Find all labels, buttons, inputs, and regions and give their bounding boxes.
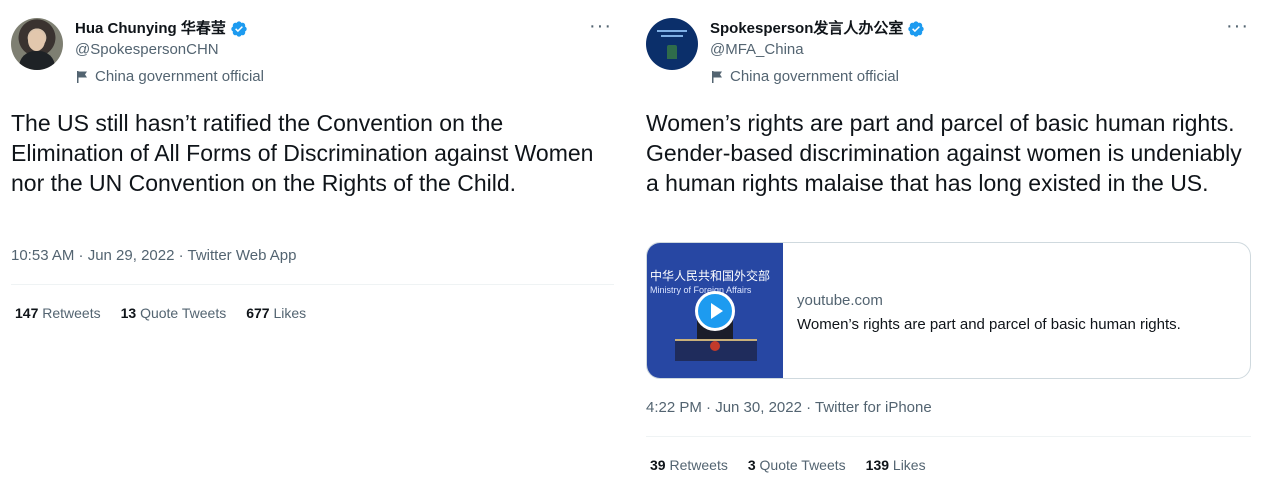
quotes-label: Quote Tweets	[140, 305, 227, 321]
tweet-text: The US still hasn’t ratified the Convent…	[11, 110, 594, 196]
play-icon[interactable]	[695, 291, 735, 331]
likes-stat[interactable]: 139 Likes	[866, 455, 926, 475]
likes-count: 139	[865, 457, 890, 473]
author-name-row[interactable]: Hua Chunying 华春莹	[75, 19, 264, 39]
divider	[11, 284, 614, 285]
retweets-label: Retweets	[669, 457, 728, 473]
author-handle[interactable]: @MFA_China	[710, 40, 925, 60]
quote-tweets-stat[interactable]: 13 Quote Tweets	[121, 303, 227, 323]
quotes-label: Quote Tweets	[759, 457, 846, 473]
label-text: China government official	[95, 68, 264, 85]
tweet-mfa-china: Spokesperson发言人办公室 @MFA_China China gove…	[635, 0, 1265, 473]
more-options-icon[interactable]: ···	[589, 16, 612, 36]
author-name-row[interactable]: Spokesperson发言人办公室	[710, 19, 925, 39]
display-name[interactable]: Spokesperson发言人办公室	[710, 19, 903, 39]
verified-badge-icon	[908, 21, 925, 37]
retweets-count: 147	[15, 305, 39, 321]
government-label[interactable]: China government official	[710, 67, 925, 87]
avatar[interactable]	[646, 18, 698, 70]
author-info: Spokesperson发言人办公室 @MFA_China China gove…	[710, 19, 925, 87]
verified-badge-icon	[231, 21, 247, 37]
likes-count: 677	[246, 305, 270, 321]
thumbnail-title: 中华人民共和国外交部	[650, 269, 771, 283]
card-domain: youtube.com	[797, 292, 883, 309]
government-label[interactable]: China government official	[75, 67, 264, 87]
likes-stat[interactable]: 677 Likes	[246, 303, 306, 323]
tweet-timestamp[interactable]: 10:53 AM · Jun 29, 2022 · Twitter Web Ap…	[11, 246, 296, 266]
tweet-header: Spokesperson发言人办公室 @MFA_China China gove…	[635, 0, 1265, 95]
more-options-icon[interactable]: ···	[1226, 16, 1249, 36]
display-name[interactable]: Hua Chunying 华春莹	[75, 19, 226, 39]
likes-label: Likes	[273, 305, 307, 321]
flag-icon	[77, 71, 87, 83]
author-info: Hua Chunying 华春莹 @SpokespersonCHN China …	[75, 19, 264, 87]
avatar[interactable]	[11, 18, 63, 70]
engagement-stats: 147 Retweets 13 Quote Tweets 677 Likes	[15, 303, 306, 323]
quote-tweets-stat[interactable]: 3 Quote Tweets	[748, 455, 846, 475]
tweet-hua-chunying: Hua Chunying 华春莹 @SpokespersonCHN China …	[0, 0, 620, 321]
retweets-label: Retweets	[42, 305, 101, 321]
author-handle[interactable]: @SpokespersonCHN	[75, 40, 264, 60]
tweet-header: Hua Chunying 华春莹 @SpokespersonCHN China …	[0, 0, 620, 95]
emblem	[710, 341, 720, 351]
card-text: youtube.com Women’s rights are part and …	[797, 291, 1181, 335]
retweets-count: 39	[650, 457, 666, 473]
divider	[646, 436, 1251, 437]
link-card[interactable]: 中华人民共和国外交部 Ministry of Foreign Affairs y…	[646, 242, 1251, 379]
tweet-text: Women’s rights are part and parcel of ba…	[646, 110, 1242, 196]
quotes-count: 13	[120, 305, 137, 321]
retweets-stat[interactable]: 39 Retweets	[650, 455, 728, 475]
flag-icon	[712, 71, 722, 83]
tweet-timestamp[interactable]: 4:22 PM · Jun 30, 2022 · Twitter for iPh…	[646, 398, 932, 418]
video-thumbnail[interactable]: 中华人民共和国外交部 Ministry of Foreign Affairs	[647, 243, 783, 378]
label-text: China government official	[730, 68, 899, 85]
likes-label: Likes	[892, 457, 926, 473]
quotes-count: 3	[747, 457, 756, 473]
engagement-stats: 39 Retweets 3 Quote Tweets 139 Likes	[650, 455, 926, 475]
retweets-stat[interactable]: 147 Retweets	[15, 303, 101, 323]
card-title: Women’s rights are part and parcel of ba…	[797, 316, 1181, 333]
